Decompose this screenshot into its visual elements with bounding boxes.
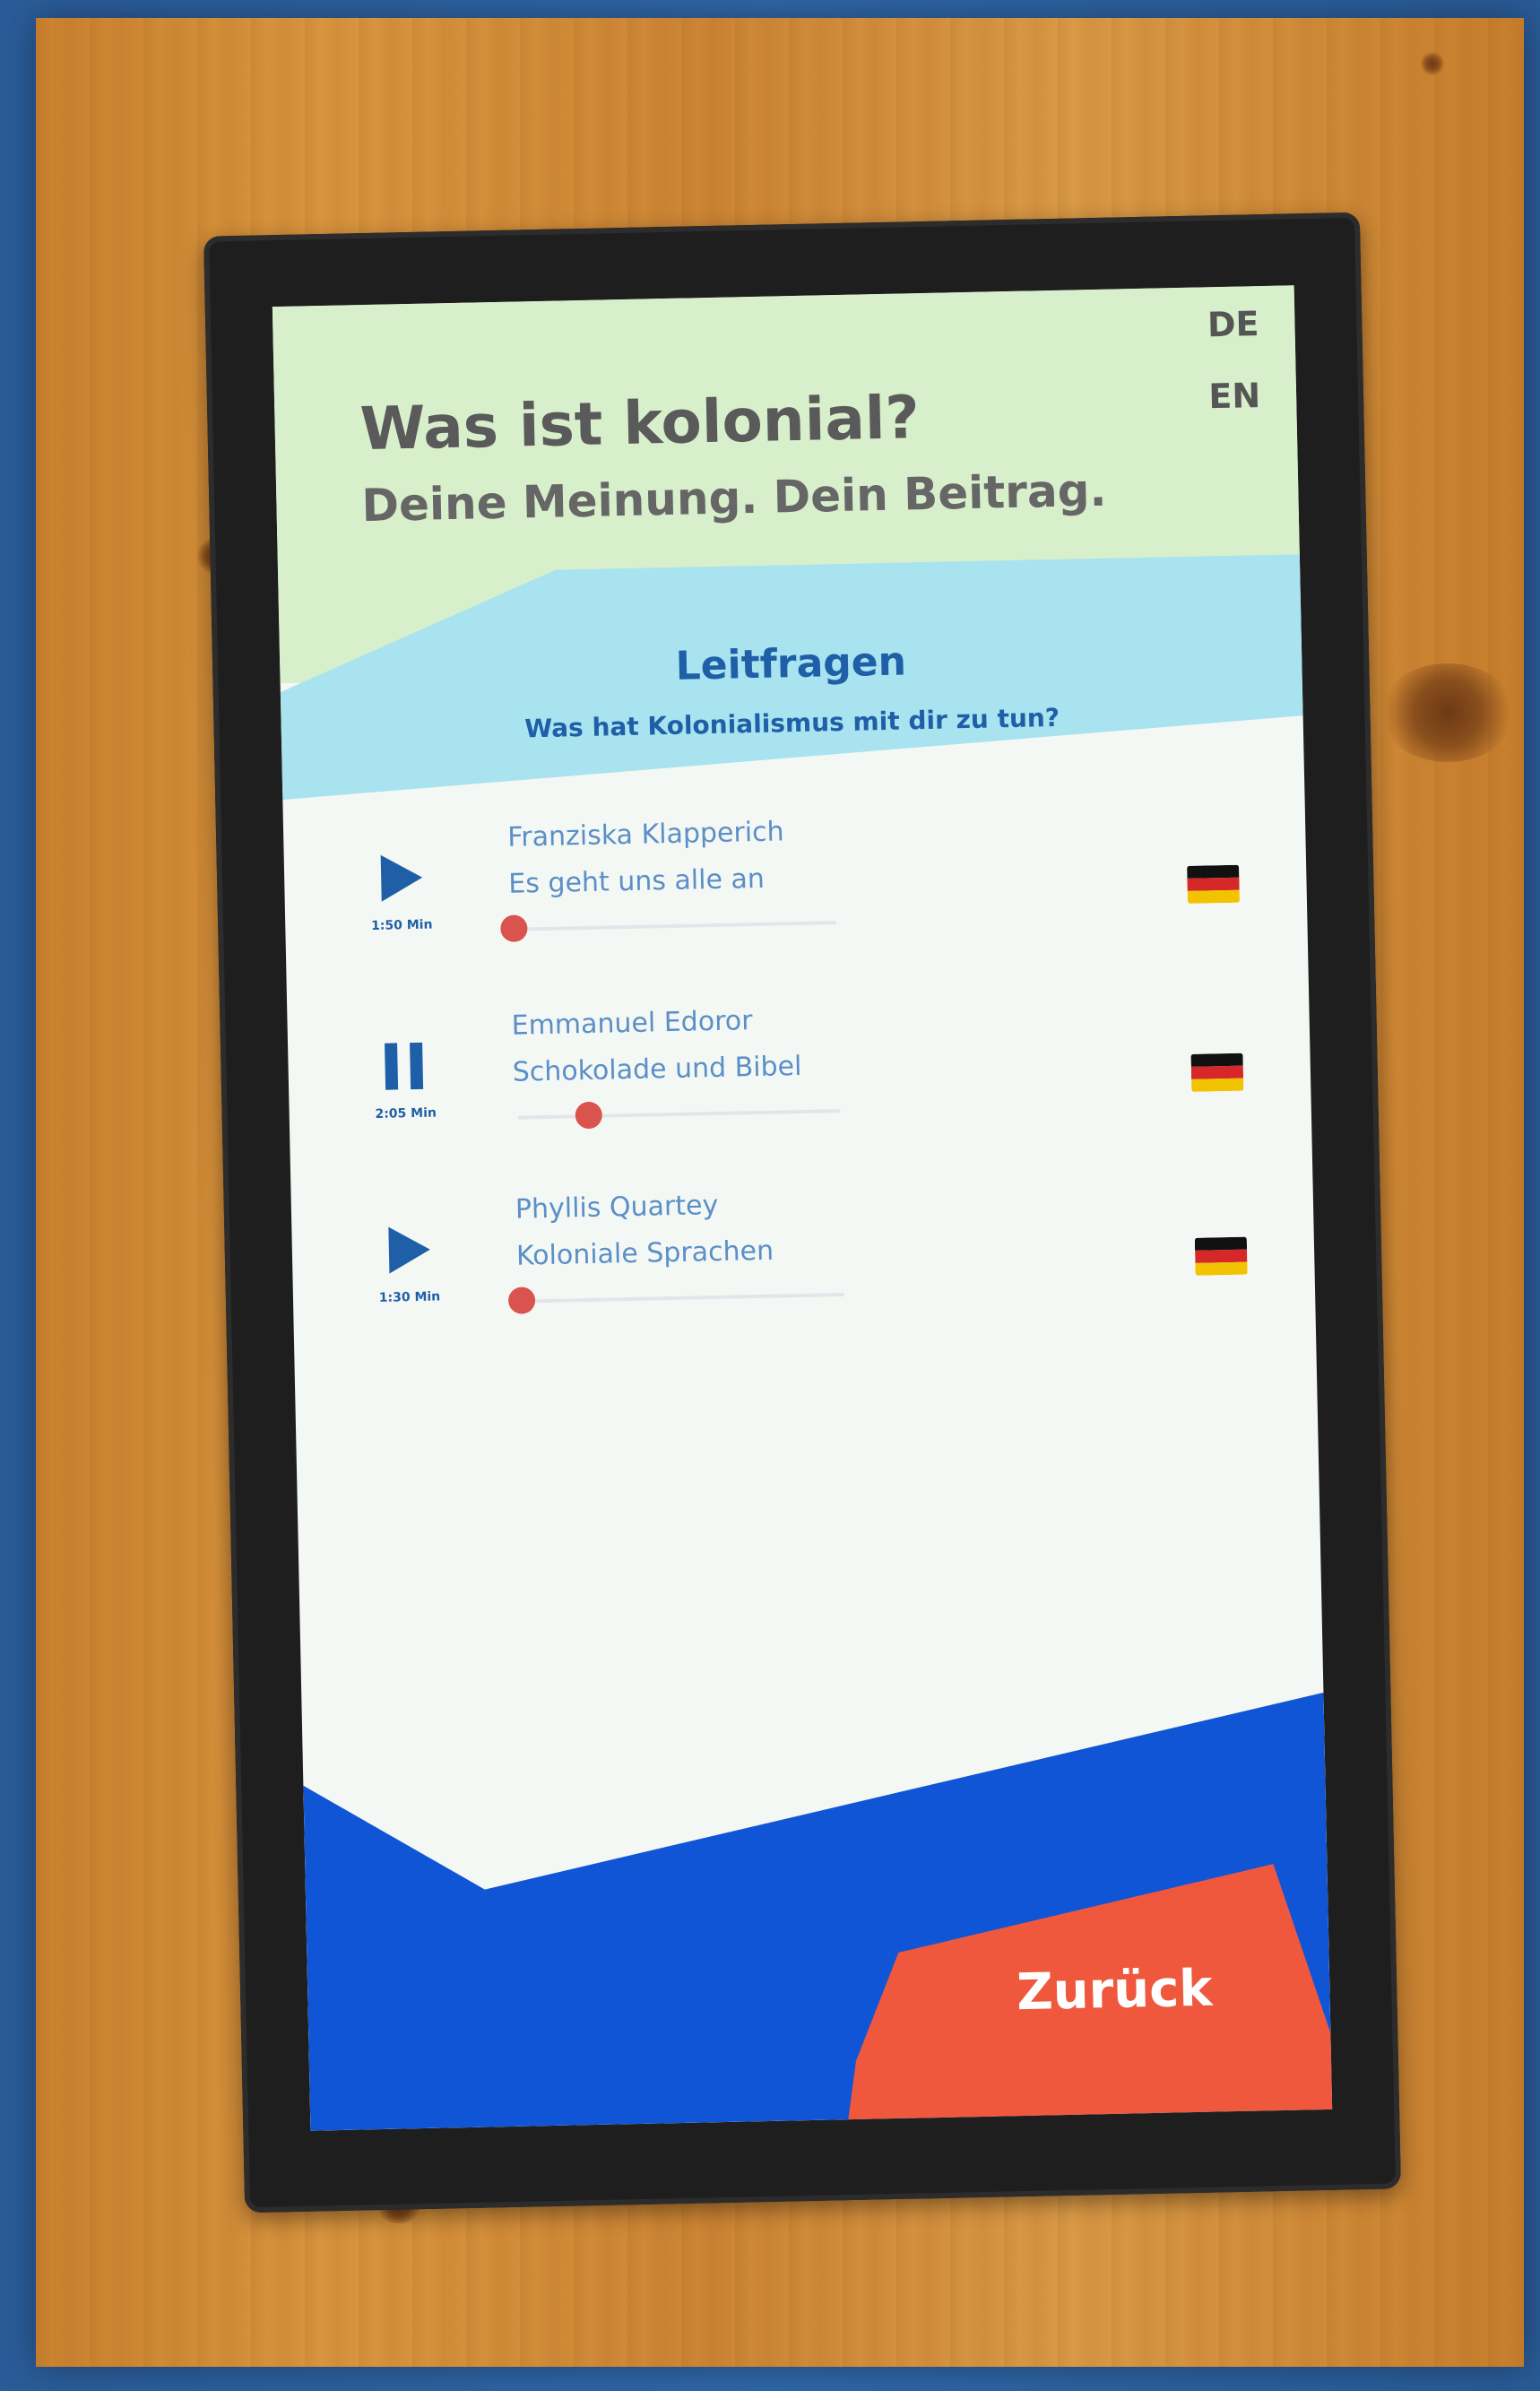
track-title: Koloniale Sprachen [515, 1234, 774, 1272]
language-en-button[interactable]: EN [1208, 376, 1261, 416]
progress-slider-rail[interactable] [517, 1109, 841, 1120]
track-item[interactable]: 1:50 Min Franziska Klapperich Es geht un… [283, 805, 1309, 1006]
track-duration: 1:30 Min [378, 1289, 441, 1305]
progress-slider-rail[interactable] [514, 921, 837, 931]
play-icon[interactable] [381, 1223, 436, 1278]
language-de-button[interactable]: DE [1207, 304, 1259, 344]
track-author: Franziska Klapperich [506, 816, 784, 853]
pause-icon[interactable] [377, 1039, 432, 1094]
track-author: Emmanuel Edoror [511, 1005, 753, 1042]
track-duration: 1:50 Min [370, 917, 433, 934]
german-flag-icon [1190, 1053, 1244, 1092]
track-item[interactable]: 1:30 Min Phyllis Quartey Koloniale Sprac… [291, 1177, 1317, 1378]
back-button[interactable]: Zurück [998, 1959, 1232, 2023]
track-item[interactable]: 2:05 Min Emmanuel Edoror Schokolade und … [287, 993, 1312, 1194]
track-title: Es geht uns alle an [507, 862, 766, 900]
wood-knot [1380, 663, 1515, 762]
german-flag-icon [1187, 864, 1240, 904]
german-flag-icon [1194, 1236, 1248, 1276]
page-subtitle: Deine Meinung. Dein Beitrag. [360, 463, 1107, 533]
track-author: Phyllis Quartey [515, 1189, 719, 1226]
progress-slider-knob[interactable] [575, 1101, 603, 1130]
page-title: Was ist kolonial? [359, 383, 921, 464]
track-duration: 2:05 Min [375, 1105, 437, 1122]
progress-slider-knob[interactable] [500, 914, 528, 942]
bottom-band [303, 1692, 1333, 2131]
track-title: Schokolade und Bibel [512, 1050, 802, 1088]
progress-slider-knob[interactable] [507, 1286, 536, 1314]
play-icon[interactable] [374, 851, 428, 905]
screw-hole [1421, 52, 1444, 75]
progress-slider-rail[interactable] [522, 1293, 845, 1304]
kiosk-screen: Was ist kolonial? Deine Meinung. Dein Be… [272, 285, 1333, 2131]
